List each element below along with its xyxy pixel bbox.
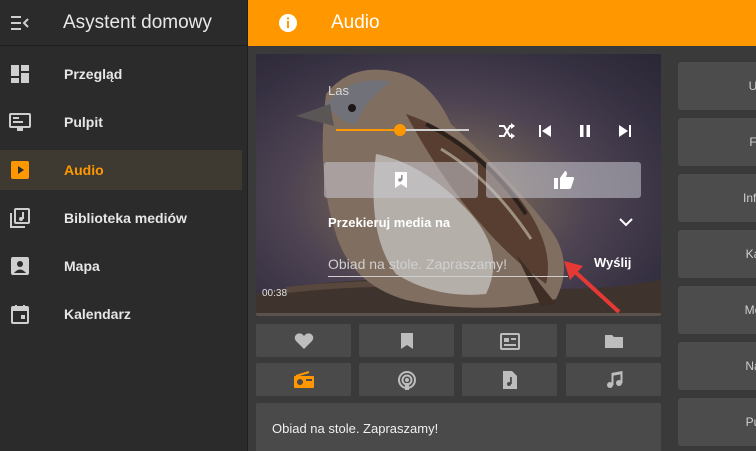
bookmarks-button[interactable] bbox=[359, 324, 454, 357]
app-root: Asystent domowy Przegląd Pulpit Audio Bi… bbox=[0, 0, 756, 451]
right-card-label: Info bbox=[742, 191, 756, 205]
folder-icon bbox=[604, 334, 623, 348]
chevron-down-icon bbox=[619, 218, 633, 227]
sidebar-item-label: Przegląd bbox=[64, 66, 123, 82]
skip-previous-icon bbox=[539, 125, 551, 137]
sidebar-item-audio[interactable]: Audio bbox=[0, 150, 242, 190]
music-note-icon bbox=[606, 370, 622, 388]
favorites-button[interactable] bbox=[256, 324, 351, 357]
calendar-icon bbox=[11, 305, 29, 324]
annotation-arrow bbox=[564, 261, 621, 314]
right-card-3[interactable]: Info bbox=[678, 174, 756, 222]
sidebar-item-label: Kalendarz bbox=[64, 306, 131, 322]
sidebar-item-biblioteka[interactable]: Biblioteka mediów bbox=[0, 198, 242, 238]
sidebar-item-kalendarz[interactable]: Kalendarz bbox=[0, 294, 242, 334]
bookmark-button[interactable] bbox=[324, 162, 478, 198]
bookmark-music-icon bbox=[395, 172, 407, 188]
podcast-icon bbox=[397, 370, 416, 390]
right-card-label: U bbox=[748, 79, 756, 93]
play-box-icon bbox=[11, 161, 29, 179]
pause-button[interactable] bbox=[572, 118, 598, 144]
shuffle-button[interactable] bbox=[494, 118, 520, 144]
sidebar-item-mapa[interactable]: Mapa bbox=[0, 246, 242, 286]
cast-target-dropdown[interactable] bbox=[616, 212, 636, 232]
music-note-button[interactable] bbox=[566, 363, 661, 396]
menu-collapse-button[interactable] bbox=[0, 0, 40, 46]
media-progress-bar[interactable] bbox=[256, 313, 661, 316]
music-library-icon bbox=[10, 208, 30, 228]
right-card-label: F bbox=[749, 135, 756, 149]
podcast-button[interactable] bbox=[359, 363, 454, 396]
right-card-label: Ka bbox=[745, 247, 756, 261]
like-button[interactable] bbox=[486, 162, 641, 198]
dashboard-icon bbox=[11, 65, 29, 83]
sidebar-item-label: Audio bbox=[64, 162, 104, 178]
page-title: Audio bbox=[331, 12, 380, 33]
shuffle-icon bbox=[499, 123, 515, 139]
tts-message-card: Obiad na stole. Zapraszamy! bbox=[256, 403, 661, 451]
info-button[interactable] bbox=[248, 0, 328, 46]
sidebar: Asystent domowy Przegląd Pulpit Audio Bi… bbox=[0, 0, 248, 451]
right-card-4[interactable]: Ka bbox=[678, 230, 756, 278]
music-file-button[interactable] bbox=[462, 363, 557, 396]
right-card-label: Na bbox=[745, 359, 756, 373]
skip-next-icon bbox=[619, 125, 631, 137]
right-card-5[interactable]: Me bbox=[678, 286, 756, 334]
radio-button[interactable] bbox=[256, 363, 351, 396]
next-button[interactable] bbox=[612, 118, 638, 144]
account-box-icon bbox=[11, 257, 29, 275]
sidebar-item-pulpit[interactable]: Pulpit bbox=[0, 102, 242, 142]
thumb-up-icon bbox=[553, 171, 574, 189]
monitor-icon bbox=[9, 113, 31, 131]
tts-message-text: Obiad na stole. Zapraszamy! bbox=[272, 421, 439, 436]
top-bar: Audio bbox=[248, 0, 756, 46]
cast-media-label: Przekieruj media na bbox=[328, 215, 451, 230]
sidebar-item-label: Mapa bbox=[64, 258, 100, 274]
right-card-2[interactable]: F bbox=[678, 118, 756, 166]
tts-message-input[interactable] bbox=[328, 251, 568, 277]
info-icon bbox=[279, 14, 297, 32]
heart-icon bbox=[294, 332, 313, 349]
sidebar-header: Asystent domowy bbox=[0, 0, 247, 46]
right-card-1[interactable]: U bbox=[678, 62, 756, 110]
sidebar-item-label: Biblioteka mediów bbox=[64, 210, 187, 226]
pause-icon bbox=[580, 125, 590, 137]
elapsed-time: 00:38 bbox=[262, 288, 288, 299]
volume-fill bbox=[336, 129, 400, 131]
app-title: Asystent domowy bbox=[63, 11, 212, 33]
guide-button[interactable] bbox=[462, 324, 557, 357]
sidebar-item-label: Pulpit bbox=[64, 114, 103, 130]
right-card-6[interactable]: Na bbox=[678, 342, 756, 390]
media-title: Las bbox=[328, 83, 349, 98]
file-music-icon bbox=[502, 370, 517, 389]
media-player-card: Las Przekieruj media na Wyślij bbox=[256, 54, 661, 316]
newspaper-icon bbox=[499, 332, 520, 350]
volume-slider-thumb[interactable] bbox=[393, 124, 406, 136]
radio-icon bbox=[293, 370, 314, 388]
bookmark-icon bbox=[400, 332, 413, 349]
right-card-label: Pu bbox=[745, 415, 756, 429]
folder-button[interactable] bbox=[566, 324, 661, 357]
menu-collapse-icon bbox=[11, 15, 29, 30]
right-card-7[interactable]: Pu bbox=[678, 398, 756, 446]
right-card-label: Me bbox=[744, 303, 756, 317]
previous-button[interactable] bbox=[532, 118, 558, 144]
sidebar-item-przeglad[interactable]: Przegląd bbox=[0, 54, 242, 94]
